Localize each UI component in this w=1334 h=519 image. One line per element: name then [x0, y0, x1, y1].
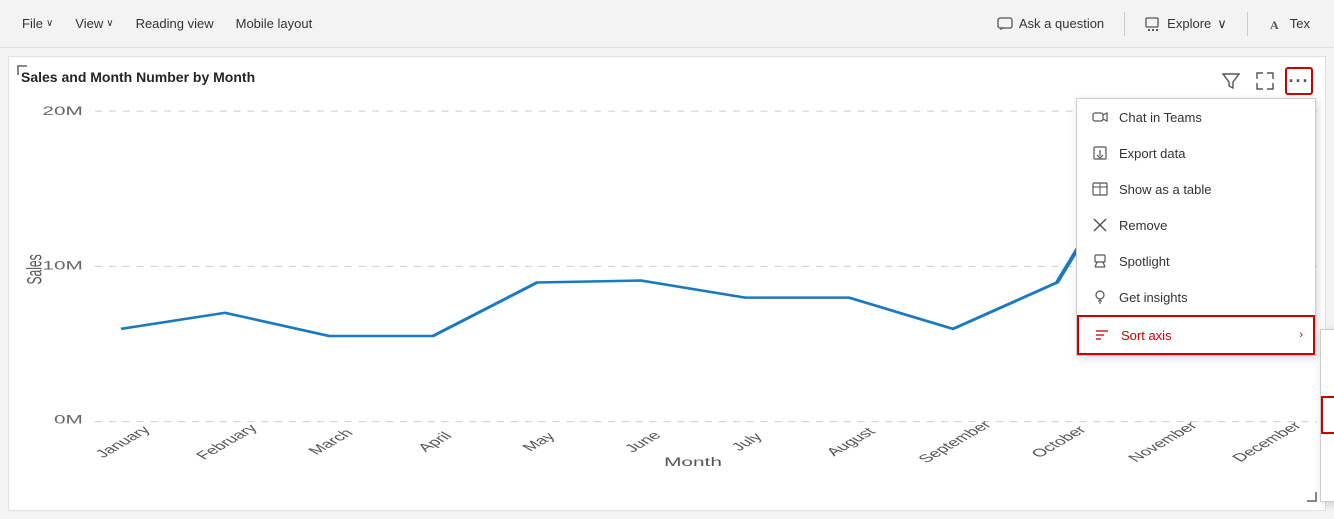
context-menu-sort-axis[interactable]: Sort axis › [1077, 315, 1315, 355]
context-menu-label: Chat in Teams [1119, 110, 1202, 125]
context-menu-label: Export data [1119, 146, 1186, 161]
chevron-right-icon: › [1299, 329, 1303, 341]
svg-text:May: May [519, 430, 559, 453]
context-menu-label: Remove [1119, 218, 1167, 233]
svg-text:0M: 0M [54, 413, 83, 427]
spotlight-icon [1091, 252, 1109, 270]
text-icon: A [1268, 16, 1284, 32]
text-button[interactable]: A Tex [1256, 10, 1322, 38]
expand-icon [1256, 72, 1274, 90]
menu-view[interactable]: View ∨ [65, 10, 123, 37]
topbar-right: Ask a question Explore ∨ A Tex [985, 10, 1322, 38]
svg-text:March: March [305, 427, 357, 457]
context-menu-sort-axis-label: Sort axis [1121, 328, 1172, 343]
chevron-down-icon: ∨ [46, 18, 53, 29]
sub-menu-sort-descending[interactable]: Sort descending [1321, 434, 1334, 467]
chevron-down-icon: ∨ [106, 18, 113, 29]
context-menu: Chat in Teams Export data Show as a tabl… [1076, 98, 1316, 356]
main-content: Sales and Month Number by Month ··· [0, 48, 1334, 519]
context-menu-label: Spotlight [1119, 254, 1170, 269]
svg-text:January: January [92, 424, 155, 461]
sort-icon [1093, 326, 1111, 344]
svg-text:August: August [823, 425, 880, 458]
svg-text:November: November [1125, 420, 1202, 465]
sub-menu-month-number[interactable]: ✓ Month Number [1321, 396, 1334, 434]
sub-menu-sort-ascending[interactable]: ✓ Sort ascending [1321, 467, 1334, 501]
chart-toolbar: ··· [1217, 67, 1313, 95]
svg-text:July: July [728, 431, 767, 454]
context-menu-chat-in-teams[interactable]: Chat in Teams [1077, 99, 1315, 135]
svg-text:September: September [915, 419, 996, 466]
sub-menu-month[interactable]: Month [1321, 330, 1334, 363]
svg-text:20M: 20M [42, 105, 82, 119]
corner-bracket-tl [17, 65, 27, 75]
chart-title: Sales and Month Number by Month [17, 69, 1317, 85]
svg-text:10M: 10M [42, 259, 82, 273]
ask-question-button[interactable]: Ask a question [985, 10, 1116, 38]
svg-text:April: April [414, 430, 456, 454]
expand-icon-button[interactable] [1251, 67, 1279, 95]
svg-text:December: December [1229, 420, 1306, 465]
svg-text:October: October [1028, 424, 1091, 460]
context-menu-remove[interactable]: Remove [1077, 207, 1315, 243]
topbar-left: File ∨ View ∨ Reading view Mobile layout [12, 10, 981, 37]
topbar-divider [1124, 12, 1125, 36]
ellipsis-icon: ··· [1289, 71, 1310, 92]
svg-text:June: June [621, 429, 665, 455]
more-options-button[interactable]: ··· [1285, 67, 1313, 95]
x-icon [1091, 216, 1109, 234]
topbar: File ∨ View ∨ Reading view Mobile layout… [0, 0, 1334, 48]
context-menu-spotlight[interactable]: Spotlight [1077, 243, 1315, 279]
filter-icon [1222, 72, 1240, 90]
teams-icon [1091, 108, 1109, 126]
menu-file[interactable]: File ∨ [12, 10, 63, 37]
context-menu-label: Get insights [1119, 290, 1188, 305]
svg-text:Month: Month [664, 455, 722, 466]
question-icon [997, 16, 1013, 32]
sub-menu-sales[interactable]: Sales [1321, 363, 1334, 396]
corner-bracket-br [1307, 492, 1317, 502]
context-menu-export-data[interactable]: Export data [1077, 135, 1315, 171]
svg-text:February: February [193, 422, 262, 462]
context-menu-label: Show as a table [1119, 182, 1212, 197]
menu-reading-view[interactable]: Reading view [126, 10, 224, 37]
bulb-icon [1091, 288, 1109, 306]
chevron-down-icon: ∨ [1217, 16, 1227, 32]
explore-icon [1145, 16, 1161, 32]
explore-button[interactable]: Explore ∨ [1133, 10, 1239, 38]
svg-text:A: A [1270, 18, 1279, 32]
sub-menu: Month Sales ✓ Month Number Sort de [1320, 329, 1334, 502]
topbar-divider2 [1247, 12, 1248, 36]
export-icon [1091, 144, 1109, 162]
svg-text:Sales: Sales [23, 254, 46, 284]
context-menu-show-table[interactable]: Show as a table [1077, 171, 1315, 207]
menu-mobile-layout[interactable]: Mobile layout [226, 10, 323, 37]
context-menu-get-insights[interactable]: Get insights [1077, 279, 1315, 315]
table-icon [1091, 180, 1109, 198]
filter-icon-button[interactable] [1217, 67, 1245, 95]
